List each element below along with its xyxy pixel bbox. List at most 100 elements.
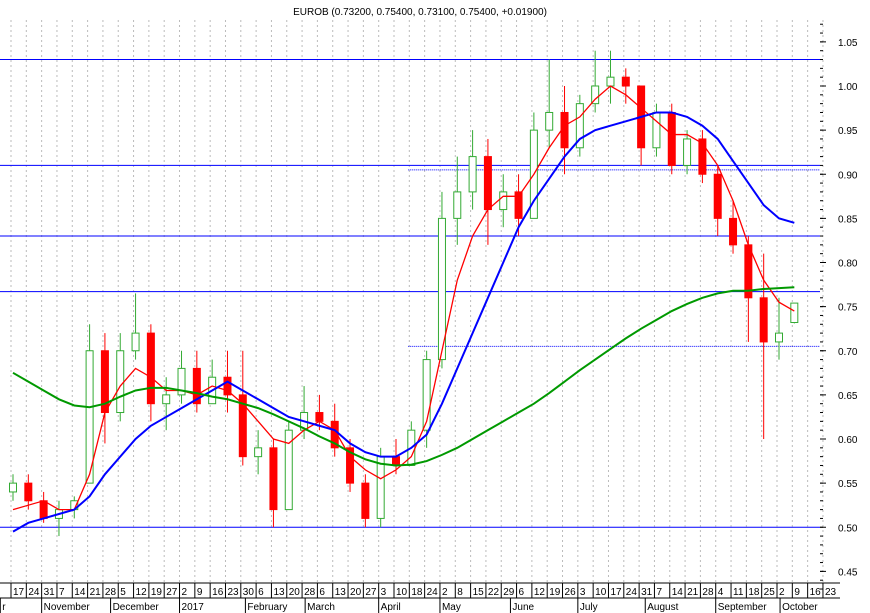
x-week-label: 13: [335, 587, 347, 598]
candle-down: [729, 217, 738, 246]
x-week-label: 10: [595, 587, 607, 598]
x-week-label: 11: [733, 587, 744, 598]
x-month-label: May: [442, 602, 461, 613]
x-week-label: 10: [396, 587, 408, 598]
candle-down: [269, 447, 278, 511]
moving-averages: [12, 85, 795, 533]
y-tick-label: 0.55: [838, 479, 858, 490]
candle-down: [146, 332, 155, 405]
x-week-label: 25: [764, 587, 776, 598]
x-week-label: 27: [365, 587, 377, 598]
candle-down: [392, 456, 400, 466]
x-month-label: October: [782, 602, 818, 613]
x-week-label: 22: [488, 587, 500, 598]
grid: [10, 20, 824, 583]
x-week-label: 19: [151, 587, 163, 598]
x-week-label: 12: [534, 587, 546, 598]
candle-up: [131, 332, 140, 352]
y-tick-label: 0.45: [838, 567, 858, 578]
y-axis: 0.45 0.50 0.55 0.60 0.65 0.70 0.75 0.80 0.85 0.90…: [820, 23, 858, 590]
candle-up: [9, 482, 17, 493]
x-week-label: 14: [672, 587, 684, 598]
stock-chart: 0.45 0.50 0.55 0.60 0.65 0.70 0.75 0.80 0.85 0.90…: [0, 7, 858, 613]
y-tick-label: 0.95: [838, 126, 858, 137]
candle-up: [775, 332, 783, 343]
x-axis: 17 24 31 7 14 21 28 5 12 19 27 2 9 16 23 30 6 13 20 28 6 13 20…: [0, 582, 840, 613]
x-week-label: 18: [748, 587, 760, 598]
y-tick-label: 0.80: [838, 259, 858, 270]
x-month-label: March: [307, 602, 335, 613]
y-tick-label: 0.75: [838, 303, 858, 314]
x-week-label: 24: [427, 587, 439, 598]
moving-average-line: [12, 111, 795, 533]
x-week-label: 6: [519, 587, 525, 598]
x-week-label: 8: [457, 587, 463, 598]
candle-down: [759, 297, 768, 343]
x-month-label: April: [381, 602, 401, 613]
x-week-label: 15: [473, 587, 485, 598]
x-month-label: September: [718, 602, 768, 613]
x-week-label: 3: [580, 587, 586, 598]
candle-up: [606, 76, 615, 87]
x-week-label: 9: [197, 587, 203, 598]
x-week-label: 17: [610, 587, 622, 598]
candle-down: [361, 482, 370, 519]
candle-up: [116, 350, 125, 414]
x-week-label: 24: [28, 587, 40, 598]
x-month-label: December: [113, 602, 160, 613]
x-week-label: 18: [411, 587, 423, 598]
x-week-label: 4: [718, 587, 724, 598]
x-week-label: 2: [779, 587, 785, 598]
y-tick-label: 1.05: [838, 38, 858, 49]
x-month-label: July: [580, 602, 598, 613]
x-week-label: 20: [350, 587, 362, 598]
x-week-label: 7: [59, 587, 65, 598]
x-week-label: 12: [136, 587, 148, 598]
y-tick-label: 1.00: [838, 82, 858, 93]
x-week-label: 31: [641, 587, 653, 598]
x-week-label: 16: [810, 587, 822, 598]
y-tick-label: 0.50: [838, 523, 858, 534]
candle-up: [652, 111, 661, 149]
x-week-label: 24: [626, 587, 638, 598]
candle-up: [591, 85, 600, 105]
x-month-label: r: [2, 602, 6, 613]
candle-up: [376, 456, 385, 519]
x-month-label: November: [44, 602, 91, 613]
chart-window: 0.45 0.50 0.55 0.60 0.65 0.70 0.75 0.80 0.85 0.90…: [0, 0, 870, 613]
x-week-label: 6: [319, 587, 325, 598]
chart-title: EUROB (0.73200, 0.75400, 0.73100, 0.7540…: [293, 7, 547, 18]
candle-down: [39, 500, 48, 519]
candle-up: [499, 191, 508, 211]
candle-up: [162, 394, 171, 405]
x-month-label: February: [247, 602, 287, 613]
x-week-label: 13: [273, 587, 285, 598]
x-week-label: 2: [182, 587, 188, 598]
x-month-label: June: [512, 602, 534, 613]
x-week-label: 21: [687, 587, 699, 598]
x-week-label: 16: [212, 587, 224, 598]
candle-up: [683, 138, 692, 166]
y-tick-label: 0.60: [838, 435, 858, 446]
x-month-label: 2017: [182, 602, 205, 613]
candle-up: [545, 111, 554, 131]
candle-down: [315, 412, 324, 422]
candle-down: [621, 76, 630, 87]
x-week-label: 21: [90, 587, 102, 598]
x-week-label: 5: [120, 587, 126, 598]
x-week-label: 23: [227, 587, 239, 598]
candle-down: [713, 173, 722, 219]
y-tick-label: 0.90: [838, 170, 858, 181]
candle-up: [254, 447, 263, 458]
candle-up: [468, 156, 477, 193]
y-tick-label: 0.85: [838, 214, 858, 225]
x-week-label: 23: [825, 587, 837, 598]
x-week-label: 30: [243, 587, 255, 598]
x-week-label: 7: [656, 587, 662, 598]
x-week-label: 6: [258, 587, 264, 598]
candle-down: [24, 482, 33, 502]
x-week-label: 28: [105, 587, 117, 598]
x-week-label: 27: [166, 587, 178, 598]
x-week-label: 28: [702, 587, 714, 598]
x-week-label: 17: [13, 587, 25, 598]
